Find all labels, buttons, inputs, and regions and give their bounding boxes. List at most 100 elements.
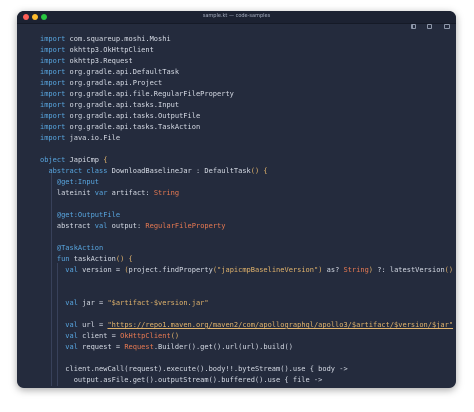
keyword: import: [40, 79, 66, 87]
identifier: artifact: [111, 189, 146, 197]
code-line: abstract class DownloadBaselineJar : Def…: [40, 166, 456, 177]
annotation: @get:Input: [56, 178, 100, 186]
keyword: import: [40, 123, 66, 131]
code-editor[interactable]: import com.squareup.moshi.Moshi import o…: [17, 24, 456, 388]
editor-window: sample.kt — code-samples import com.squa…: [17, 11, 456, 388]
import-path: org.gradle.api.tasks.TaskAction: [69, 123, 201, 131]
identifier: ?: latestVersion: [373, 266, 445, 274]
identifier: version =: [77, 266, 125, 274]
code-line: val jar = "$artifact-$version.jar": [40, 298, 456, 309]
keyword: val: [65, 299, 78, 307]
keyword: import: [40, 46, 66, 54]
code-line: import org.gradle.api.tasks.Input: [40, 100, 456, 111]
code-line: import org.gradle.api.tasks.OutputFile: [40, 111, 456, 122]
code-line: import okhttp3.OkHttpClient: [40, 45, 456, 56]
parens: (): [250, 167, 260, 175]
type: OkHttpClient: [120, 332, 171, 340]
code-line: output.asFile.get().outputStream().buffe…: [40, 375, 456, 386]
code-line: val version = (project.findProperty("jap…: [40, 265, 456, 276]
code-line: val url = "https://repo1.maven.org/maven…: [40, 320, 456, 331]
type: RegularFileProperty: [145, 222, 226, 230]
string-literal: "japicmpBaselineVersion": [217, 266, 319, 274]
keyword: val: [65, 343, 78, 351]
keyword: lateinit: [56, 189, 91, 197]
annotation: @TaskAction: [56, 244, 104, 252]
operator: :: [145, 189, 154, 197]
identifier: project.findProperty: [128, 266, 213, 274]
identifier: jar =: [77, 299, 108, 307]
url-string-literal[interactable]: "https://repo1.maven.org/maven2/com/apol…: [107, 321, 453, 329]
code-line: client.newCall(request).execute().body!!…: [40, 364, 456, 375]
identifier: JapiCmp: [69, 156, 100, 164]
type: String: [343, 266, 369, 274]
keyword: as?: [322, 266, 344, 274]
keyword: var: [94, 189, 108, 197]
import-path: okhttp3.Request: [69, 57, 133, 65]
code-line: fun taskAction() {: [40, 254, 456, 265]
statement: client.newCall(request).execute().body!!…: [65, 365, 348, 373]
brace: {: [128, 255, 133, 263]
identifier: taskAction: [73, 255, 116, 263]
keyword: import: [40, 57, 66, 65]
keyword: import: [40, 101, 66, 109]
type: Request: [124, 343, 154, 351]
keyword: val: [65, 332, 78, 340]
parens: (): [115, 255, 125, 263]
import-path: org.gradle.api.tasks.Input: [69, 101, 180, 109]
keyword: class: [86, 167, 108, 175]
window-title: sample.kt — code-samples: [202, 13, 271, 19]
code-line: import okhttp3.Request: [40, 56, 456, 67]
keyword: import: [40, 134, 66, 142]
import-path: org.gradle.api.Project: [69, 79, 163, 87]
statement: output.asFile.get().outputStream().buffe…: [73, 376, 323, 384]
identifier: request =: [77, 343, 125, 351]
code-line: import org.gradle.api.Project: [40, 78, 456, 89]
code-line: import java.io.File: [40, 133, 456, 144]
identifier: url =: [77, 321, 108, 329]
keyword: val: [65, 266, 78, 274]
keyword: abstract: [48, 167, 83, 175]
import-path: com.squareup.moshi.Moshi: [69, 35, 171, 43]
parens: (): [444, 266, 454, 274]
brace: {: [263, 167, 268, 175]
import-path: java.io.File: [69, 134, 121, 142]
keyword: object: [40, 156, 66, 164]
operator: :: [191, 167, 205, 175]
keyword: import: [40, 68, 66, 76]
code-line: @get:OutputFile: [40, 210, 456, 221]
identifier: client =: [77, 332, 121, 340]
string-literal: "$artifact-$version.jar": [107, 299, 209, 307]
code-line: import org.gradle.api.file.RegularFilePr…: [40, 89, 456, 100]
keyword: fun: [56, 255, 70, 263]
keyword: abstract: [56, 222, 91, 230]
code-line: @TaskAction: [40, 243, 456, 254]
import-path: org.gradle.api.tasks.OutputFile: [69, 112, 201, 120]
identifier: DownloadBaselineJar: [111, 167, 192, 175]
identifier: .Builder().get().url(url).build(): [153, 343, 293, 351]
import-path: org.gradle.api.DefaultTask: [69, 68, 180, 76]
code-line: @get:Input: [40, 177, 456, 188]
annotation: @get:OutputFile: [56, 211, 121, 219]
keyword: import: [40, 35, 66, 43]
code-line: lateinit var artifact: String: [40, 188, 456, 199]
code-line: import com.squareup.moshi.Moshi: [40, 34, 456, 45]
keyword: val: [94, 222, 108, 230]
brace: {: [103, 156, 108, 164]
identifier: DefaultTask: [204, 167, 251, 175]
code-line: val request = Request.Builder().get().ur…: [40, 342, 456, 353]
import-path: okhttp3.OkHttpClient: [69, 46, 154, 54]
code-line: import org.gradle.api.tasks.TaskAction: [40, 122, 456, 133]
code-line: abstract val output: RegularFileProperty: [40, 221, 456, 232]
keyword: import: [40, 90, 66, 98]
type: String: [153, 189, 180, 197]
identifier: output: [111, 222, 137, 230]
keyword: val: [65, 321, 78, 329]
title-bar: sample.kt — code-samples: [17, 11, 456, 29]
code-line: object JapiCmp {: [40, 155, 456, 166]
code-line: val client = OkHttpClient(): [40, 331, 456, 342]
code-line: import org.gradle.api.DefaultTask: [40, 67, 456, 78]
parens: (): [170, 332, 180, 340]
indent-guide: [51, 171, 52, 386]
import-path: org.gradle.api.file.RegularFileProperty: [69, 90, 234, 98]
keyword: import: [40, 112, 66, 120]
